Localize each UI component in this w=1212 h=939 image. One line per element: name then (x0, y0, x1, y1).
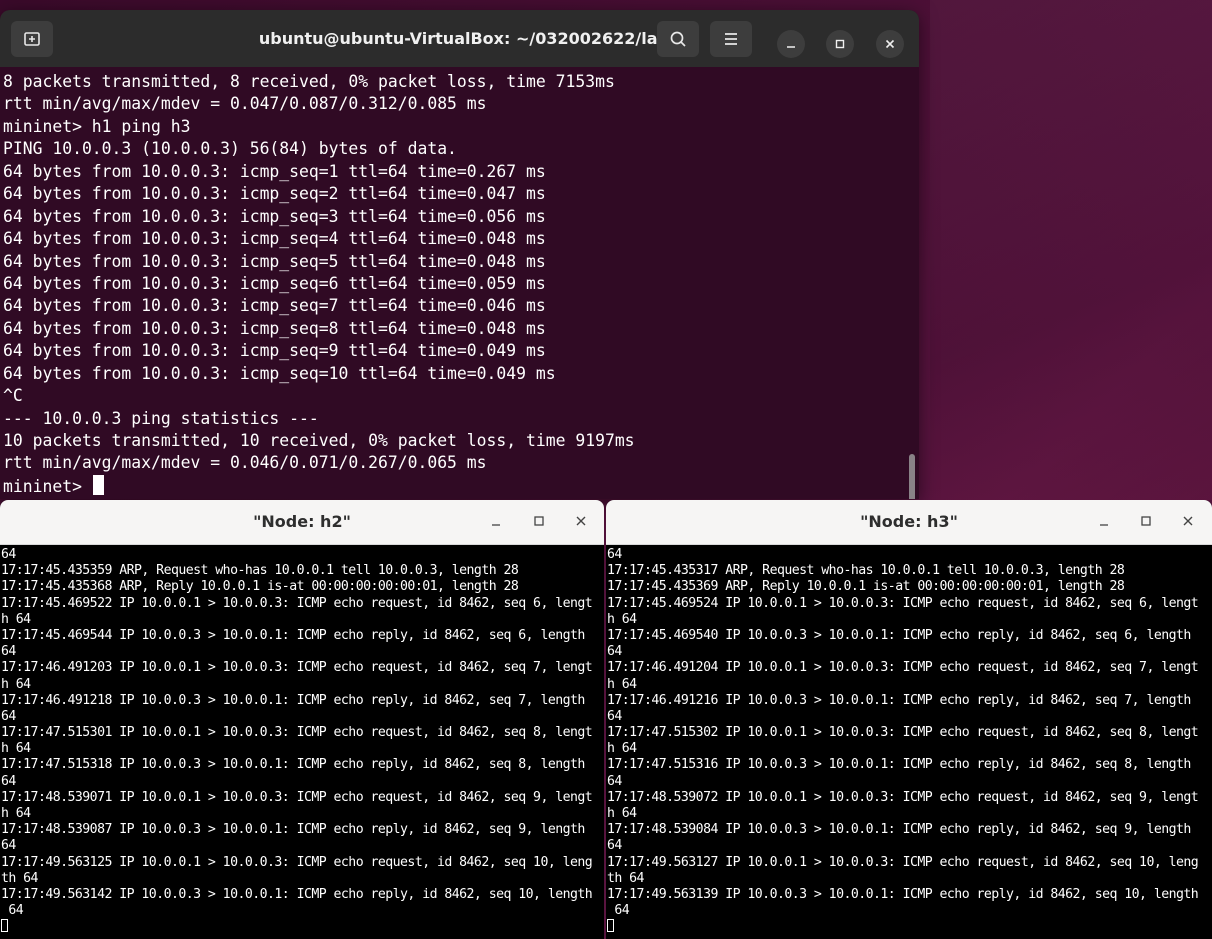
output-line: 17:17:45.469540 IP 10.0.0.3 > 10.0.0.1: … (607, 627, 1191, 643)
node-h2-output[interactable]: 64 17:17:45.435359 ARP, Request who-has 1… (1, 547, 604, 939)
output-line: h 64 (607, 611, 637, 627)
hamburger-menu-icon[interactable] (710, 21, 752, 57)
output-line: mininet> h1 ping h3 (3, 116, 191, 136)
text-cursor (92, 474, 104, 495)
prompt-line[interactable] (1, 919, 604, 935)
output-line: 17:17:47.515316 IP 10.0.0.3 > 10.0.0.1: … (607, 757, 1191, 773)
output-line: PING 10.0.0.3 (10.0.0.3) 56(84) bytes of… (3, 139, 457, 159)
new-tab-icon[interactable] (11, 21, 53, 57)
output-line: 17:17:45.469524 IP 10.0.0.1 > 10.0.0.3: … (607, 595, 1199, 611)
search-icon[interactable] (657, 21, 699, 57)
output-line: 17:17:45.469544 IP 10.0.0.3 > 10.0.0.1: … (1, 627, 585, 643)
close-icon[interactable] (876, 30, 904, 58)
output-line: 17:17:47.515302 IP 10.0.0.1 > 10.0.0.3: … (607, 725, 1199, 741)
minimize-icon[interactable] (777, 30, 805, 58)
maximize-icon[interactable] (1134, 510, 1158, 534)
terminal-header-bar[interactable]: ubuntu@ubuntu-VirtualBox: ~/032002622/la… (0, 10, 919, 67)
output-line: 64 bytes from 10.0.0.3: icmp_seq=1 ttl=6… (3, 161, 546, 181)
node-h3-titlebar[interactable]: "Node: h3" (606, 500, 1212, 545)
output-line: 17:17:48.539071 IP 10.0.0.1 > 10.0.0.3: … (1, 789, 593, 805)
output-line: h 64 (1, 676, 31, 692)
node-h3-window[interactable]: "Node: h3" 64 17:17:45.435317 ARP, Reques… (606, 500, 1212, 939)
output-line: 64 (1, 773, 16, 789)
output-line: 64 (607, 903, 630, 919)
output-line: 17:17:46.491218 IP 10.0.0.3 > 10.0.0.1: … (1, 692, 585, 708)
output-line: 64 bytes from 10.0.0.3: icmp_seq=7 ttl=6… (3, 296, 546, 316)
output-line: h 64 (607, 676, 637, 692)
output-line: 17:17:45.435359 ARP, Request who-has 10.… (1, 563, 519, 579)
output-line: h 64 (1, 611, 31, 627)
node-h3-title: "Node: h3" (860, 512, 958, 531)
output-line: ^C (3, 386, 23, 406)
output-line: 17:17:45.435368 ARP, Reply 10.0.0.1 is-a… (1, 579, 519, 595)
output-line: 17:17:47.515301 IP 10.0.0.1 > 10.0.0.3: … (1, 725, 593, 741)
prompt-line[interactable]: mininet> (3, 474, 919, 497)
node-h3-output[interactable]: 64 17:17:45.435317 ARP, Request who-has 1… (607, 547, 1212, 939)
maximize-icon[interactable] (527, 510, 551, 534)
close-icon[interactable] (569, 510, 593, 534)
terminal-window[interactable]: ubuntu@ubuntu-VirtualBox: ~/032002622/la… (0, 10, 919, 499)
output-line: 17:17:47.515318 IP 10.0.0.3 > 10.0.0.1: … (1, 757, 585, 773)
output-line: 64 (607, 838, 622, 854)
minimize-icon[interactable] (484, 510, 508, 534)
output-line: 17:17:48.539087 IP 10.0.0.3 > 10.0.0.1: … (1, 822, 585, 838)
output-line: 17:17:49.563142 IP 10.0.0.3 > 10.0.0.1: … (1, 886, 593, 902)
output-line: h 64 (1, 806, 31, 821)
node-h2-title: "Node: h2" (253, 512, 351, 531)
text-cursor (607, 919, 614, 933)
output-line: 64 (1, 708, 16, 724)
output-line: th 64 (607, 870, 645, 886)
output-line: 64 (1, 644, 16, 660)
output-line: h 64 (607, 741, 637, 757)
output-line: h 64 (607, 806, 637, 821)
output-line: 64 (1, 547, 16, 562)
node-h2-window[interactable]: "Node: h2" 64 17:17:45.435359 ARP, Reques… (0, 500, 604, 939)
output-line: 64 bytes from 10.0.0.3: icmp_seq=5 ttl=6… (3, 251, 546, 271)
output-line: 10 packets transmitted, 10 received, 0% … (3, 431, 635, 450)
output-line: 64 bytes from 10.0.0.3: icmp_seq=9 ttl=6… (3, 341, 546, 361)
output-line: 17:17:49.563127 IP 10.0.0.1 > 10.0.0.3: … (607, 854, 1199, 870)
output-line: 64 (607, 773, 622, 789)
output-line: th 64 (1, 870, 39, 886)
output-line: rtt min/avg/max/mdev = 0.046/0.071/0.267… (3, 453, 487, 473)
output-line: 17:17:46.491204 IP 10.0.0.1 > 10.0.0.3: … (607, 660, 1199, 676)
output-line: rtt min/avg/max/mdev = 0.047/0.087/0.312… (3, 94, 487, 114)
terminal-output[interactable]: 8 packets transmitted, 8 received, 0% pa… (0, 71, 919, 499)
output-line: 17:17:46.491203 IP 10.0.0.1 > 10.0.0.3: … (1, 660, 593, 676)
output-line: 64 bytes from 10.0.0.3: icmp_seq=10 ttl=… (3, 363, 556, 383)
output-line: 64 bytes from 10.0.0.3: icmp_seq=6 ttl=6… (3, 273, 546, 293)
output-line: 8 packets transmitted, 8 received, 0% pa… (3, 72, 615, 91)
node-h2-titlebar[interactable]: "Node: h2" (0, 500, 604, 545)
output-line: 17:17:48.539072 IP 10.0.0.1 > 10.0.0.3: … (607, 789, 1199, 805)
prompt-line[interactable] (607, 919, 1212, 935)
output-line: 64 (607, 644, 622, 660)
output-line: 64 bytes from 10.0.0.3: icmp_seq=4 ttl=6… (3, 229, 546, 249)
output-line: --- 10.0.0.3 ping statistics --- (3, 408, 319, 428)
output-line: 64 (607, 547, 622, 562)
close-icon[interactable] (1176, 510, 1200, 534)
output-line: 64 (1, 903, 24, 919)
prompt: mininet> (3, 476, 92, 496)
output-line: 17:17:45.435369 ARP, Reply 10.0.0.1 is-a… (607, 579, 1125, 595)
output-line: 64 (607, 708, 622, 724)
text-cursor (1, 919, 8, 933)
output-line: 64 bytes from 10.0.0.3: icmp_seq=3 ttl=6… (3, 206, 546, 226)
output-line: 17:17:48.539084 IP 10.0.0.3 > 10.0.0.1: … (607, 822, 1191, 838)
output-line: 64 bytes from 10.0.0.3: icmp_seq=2 ttl=6… (3, 184, 546, 204)
minimize-icon[interactable] (1092, 510, 1116, 534)
output-line: 17:17:45.435317 ARP, Request who-has 10.… (607, 563, 1125, 579)
terminal-scrollbar[interactable] (909, 454, 915, 499)
output-line: 64 (1, 838, 16, 854)
output-line: 17:17:45.469522 IP 10.0.0.1 > 10.0.0.3: … (1, 595, 593, 611)
maximize-icon[interactable] (826, 30, 854, 58)
desktop-wallpaper (930, 0, 1212, 500)
output-line: 17:17:49.563125 IP 10.0.0.1 > 10.0.0.3: … (1, 854, 593, 870)
output-line: 17:17:46.491216 IP 10.0.0.3 > 10.0.0.1: … (607, 692, 1191, 708)
output-line: 17:17:49.563139 IP 10.0.0.3 > 10.0.0.1: … (607, 886, 1199, 902)
output-line: h 64 (1, 741, 31, 757)
output-line: 64 bytes from 10.0.0.3: icmp_seq=8 ttl=6… (3, 318, 546, 338)
